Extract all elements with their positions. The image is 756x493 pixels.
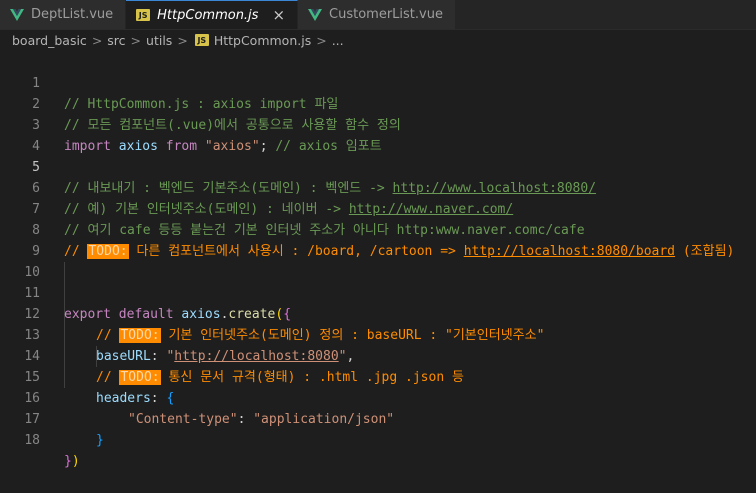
tab-label: CustomerList.vue <box>329 7 443 22</box>
code-line[interactable]: 4 <box>0 115 756 154</box>
breadcrumb-item[interactable]: src <box>107 33 125 48</box>
breadcrumb: board_basic > src > utils > JS HttpCommo… <box>0 29 756 51</box>
chevron-right-icon: > <box>130 32 142 48</box>
code-line[interactable]: 13 baseURL: "http://localhost:8080", <box>0 304 756 364</box>
code-line[interactable]: 14 // TODO: 통신 문서 규격(형태) : .html .jpg .j… <box>0 325 756 385</box>
code-line[interactable]: 17 } <box>0 388 756 448</box>
code-line[interactable]: 10 <box>0 241 756 280</box>
code-line[interactable]: 18 }) <box>0 409 756 469</box>
code-line[interactable]: 2 // 모든 컴포넌트(.vue)에서 공통으로 사용할 함수 정의 <box>0 73 756 133</box>
chevron-right-icon: > <box>177 32 188 48</box>
tab-deptlist[interactable]: DeptList.vue <box>0 0 127 29</box>
tab-httpcommon[interactable]: JS HttpCommon.js × <box>126 0 299 29</box>
code-line[interactable]: 7 // 여기 cafe 등등 붙는건 기본 인터넷 주소가 아니다 http:… <box>0 178 756 238</box>
close-icon[interactable]: × <box>272 6 285 24</box>
js-icon: JS <box>194 34 209 46</box>
code-line[interactable]: 3 import axios from "axios"; // axios 임포… <box>0 94 756 154</box>
tab-label: DeptList.vue <box>31 7 114 22</box>
code-line[interactable]: 5 // 내보내기 : 벡엔드 기본주소(도메인) : 벡엔드 -> http:… <box>0 136 756 196</box>
code-line[interactable]: 11 export default axios.create({ <box>0 262 756 322</box>
tab-bar: DeptList.vue JS HttpCommon.js × Customer… <box>0 0 756 30</box>
code-line[interactable]: 1 // HttpCommon.js : axios import 파일 <box>0 52 756 112</box>
line-number: 18 <box>24 433 40 448</box>
bracket: ) <box>71 454 80 469</box>
vue-icon <box>10 8 24 21</box>
breadcrumb-item[interactable]: ... <box>332 33 344 48</box>
chevron-right-icon: > <box>316 32 327 48</box>
bracket: } <box>64 454 72 469</box>
code-line[interactable]: 16 "Content-type": "application/json" <box>0 367 756 427</box>
breadcrumb-item[interactable]: HttpCommon.js <box>214 33 311 48</box>
breadcrumb-item[interactable]: board_basic <box>12 33 87 48</box>
chevron-right-icon: > <box>91 32 103 48</box>
code-line[interactable]: 6 // 예) 기본 인터넷주소(도메인) : 네이버 -> http://ww… <box>0 157 756 217</box>
code-line[interactable]: 9 <box>0 220 756 259</box>
breadcrumb-item[interactable]: utils <box>146 33 172 48</box>
js-icon: JS <box>136 9 151 21</box>
code-line[interactable]: 12 // TODO: 기본 인터넷주소(도메인) 정의 : baseURL :… <box>0 283 756 343</box>
code-line[interactable]: 15 headers: { <box>0 346 756 406</box>
code-line[interactable]: 8 // TODO: 다른 컴포넌트에서 사용시 : /board, /cart… <box>0 199 756 259</box>
bracket: } <box>96 433 104 448</box>
tab-customerlist[interactable]: CustomerList.vue <box>298 0 456 29</box>
vue-icon <box>308 8 323 21</box>
tab-label: HttpCommon.js <box>157 7 259 23</box>
code-editor[interactable]: 1 // HttpCommon.js : axios import 파일 2 /… <box>0 52 756 469</box>
